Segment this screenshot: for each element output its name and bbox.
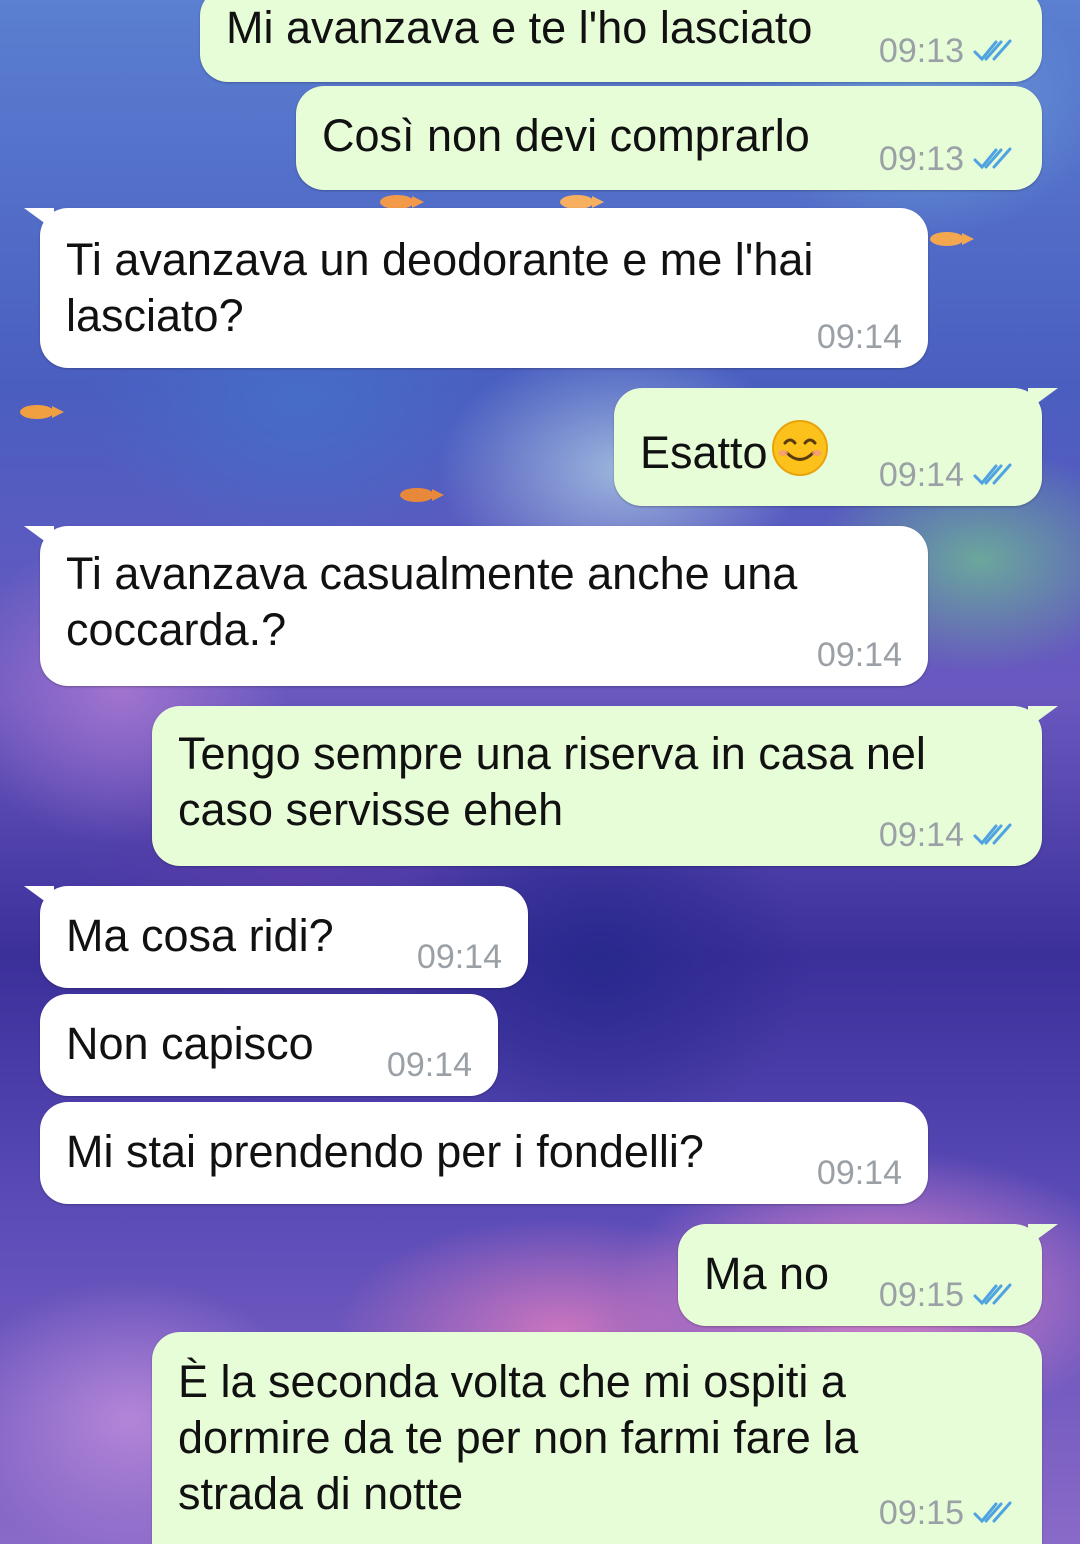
message-time: 09:14 (816, 318, 902, 356)
double-check-read-icon (973, 1501, 1012, 1524)
double-check-read-icon (973, 39, 1012, 62)
incoming-message[interactable]: Ti avanzava un deodorante e me l'hai las… (24, 208, 928, 368)
message-meta: 09:14 (879, 458, 1016, 492)
message-time: 09:14 (416, 938, 502, 976)
message-time: 09:13 (878, 32, 964, 70)
message-meta: 09:15 (879, 1496, 1016, 1530)
message-meta: 09:14 (879, 818, 1016, 852)
message-meta: 09:14 (387, 1048, 472, 1082)
double-check-read-icon (973, 823, 1012, 846)
incoming-message[interactable]: Ti avanzava casualmente anche una coccar… (24, 526, 928, 686)
double-check-read-icon (973, 463, 1012, 486)
message-time: 09:14 (878, 816, 964, 854)
outgoing-message[interactable]: Mi avanzava e te l'ho lasciato 09:13 (200, 0, 1042, 82)
message-text: Ti avanzava un deodorante e me l'hai las… (66, 234, 814, 341)
outgoing-message[interactable]: Tengo sempre una riserva in casa nel cas… (152, 706, 1058, 866)
outgoing-message[interactable]: Così non devi comprarlo 09:13 (296, 86, 1042, 190)
message-meta: 09:14 (817, 320, 902, 354)
message-time: 09:14 (816, 1154, 902, 1192)
message-time: 09:14 (878, 456, 964, 494)
message-text: Ti avanzava casualmente anche una coccar… (66, 548, 798, 655)
message-meta: 09:15 (879, 1278, 1016, 1312)
message-meta: 09:14 (817, 638, 902, 672)
incoming-message[interactable]: Mi stai prendendo per i fondelli? 09:14 (40, 1102, 928, 1204)
message-meta: 09:14 (417, 940, 502, 974)
message-meta: 09:13 (879, 142, 1016, 176)
smiling-face-icon (771, 420, 828, 476)
message-meta: 09:13 (879, 34, 1016, 68)
incoming-message[interactable]: Ma cosa ridi? 09:14 (24, 886, 528, 988)
outgoing-message[interactable]: È la seconda volta che mi ospiti a dormi… (152, 1332, 1042, 1544)
message-time: 09:14 (816, 636, 902, 674)
message-time: 09:15 (878, 1276, 964, 1314)
message-time: 09:14 (386, 1046, 472, 1084)
message-meta: 09:14 (817, 1156, 902, 1190)
incoming-message[interactable]: Non capisco 09:14 (40, 994, 498, 1096)
message-text: Mi stai prendendo per i fondelli? (66, 1126, 704, 1177)
message-time: 09:15 (878, 1494, 964, 1532)
outgoing-message[interactable]: Ma no 09:15 (678, 1224, 1058, 1326)
double-check-read-icon (973, 1283, 1012, 1306)
outgoing-message[interactable]: Esatto 09:14 (614, 388, 1058, 506)
message-time: 09:13 (878, 140, 964, 178)
double-check-read-icon (973, 147, 1012, 170)
